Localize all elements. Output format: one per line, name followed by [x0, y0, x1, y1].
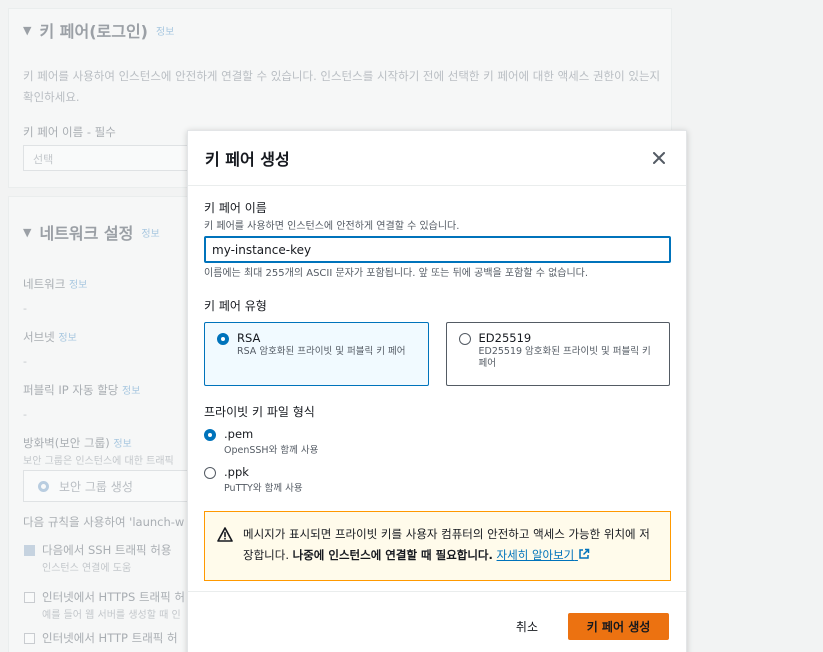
info-link[interactable]: 정보 — [69, 280, 87, 291]
https-checkbox[interactable] — [24, 592, 35, 603]
close-icon — [653, 152, 665, 164]
caret-down-icon: ▼ — [23, 225, 32, 239]
format-ppk-option[interactable]: .ppk PuTTY와 함께 사용 — [204, 465, 670, 494]
format-pem-option[interactable]: .pem OpenSSH와 함께 사용 — [204, 427, 670, 456]
key-name-label: 키 페어 이름 — [204, 201, 267, 215]
info-link[interactable]: 정보 — [122, 386, 140, 397]
key-type-tiles: RSA RSA 암호화된 프라이빗 및 퍼블릭 키 페어 ED25519 ED2… — [204, 322, 670, 386]
keypair-section-title[interactable]: ▼ 키 페어(로그인) 정보 — [23, 18, 174, 42]
firewall-label: 방화벽(보안 그룹) 정보 — [23, 436, 132, 450]
create-security-group-option[interactable]: 보안 그룹 생성 — [23, 470, 203, 502]
network-label: 네트워크 정보 — [23, 277, 88, 291]
ssh-label: 다음에서 SSH 트래픽 허용 — [42, 543, 172, 557]
key-name-description: 키 페어를 사용하면 인스턴스에 안전하게 연결할 수 있습니다. — [204, 221, 460, 232]
radio-unselected-icon — [204, 467, 216, 479]
radio-selected-icon — [217, 333, 229, 345]
create-key-pair-button[interactable]: 키 페어 생성 — [568, 613, 669, 640]
keypair-field-label: 키 페어 이름 - 필수 — [23, 125, 116, 139]
rules-text: 다음 규칙을 사용하여 'launch-w — [23, 515, 185, 529]
info-link[interactable]: 정보 — [113, 439, 131, 450]
warning-alert: 메시지가 표시되면 프라이빗 키를 사용자 컴퓨터의 안전하고 액세스 가능한 … — [204, 511, 671, 581]
key-type-label: 키 페어 유형 — [204, 299, 267, 313]
caret-down-icon: ▼ — [23, 23, 32, 37]
modal-title: 키 페어 생성 — [205, 150, 290, 169]
http-checkbox[interactable] — [24, 633, 35, 644]
create-key-pair-modal: 키 페어 생성 키 페어 이름 키 페어를 사용하면 인스턴스에 안전하게 연결… — [187, 130, 687, 652]
tile-title: ED25519 — [478, 331, 532, 345]
radio-selected-icon — [204, 429, 216, 441]
key-name-input[interactable] — [204, 236, 671, 263]
alert-message: 메시지가 표시되면 프라이빗 키를 사용자 컴퓨터의 안전하고 액세스 가능한 … — [243, 527, 650, 562]
modal-header: 키 페어 생성 — [188, 131, 686, 186]
network-section-title[interactable]: ▼ 네트워크 설정 정보 — [23, 220, 160, 244]
subnet-label: 서브넷 정보 — [23, 330, 77, 344]
format-description: PuTTY와 함께 사용 — [224, 483, 303, 494]
tile-title: RSA — [237, 331, 261, 345]
close-button[interactable] — [650, 149, 668, 167]
modal-footer: 취소 키 페어 생성 — [188, 591, 686, 652]
cancel-button[interactable]: 취소 — [508, 612, 546, 641]
radio-selected-icon — [38, 480, 49, 492]
learn-more-link[interactable]: 자세히 알아보기 — [497, 548, 590, 562]
http-label: 인터넷에서 HTTP 트래픽 허 — [42, 631, 178, 645]
https-description: 예를 들어 웹 서버를 생성할 때 인 — [42, 610, 181, 621]
key-type-rsa-tile[interactable]: RSA RSA 암호화된 프라이빗 및 퍼블릭 키 페어 — [204, 322, 429, 386]
ssh-checkbox[interactable] — [24, 545, 35, 556]
info-link[interactable]: 정보 — [156, 23, 174, 38]
modal-body: 키 페어 이름 키 페어를 사용하면 인스턴스에 안전하게 연결할 수 있습니다… — [188, 186, 686, 581]
keypair-description: 키 페어를 사용하여 인스턴스에 안전하게 연결할 수 있습니다. 인스턴스를 … — [23, 69, 661, 104]
ssh-description: 인스턴스 연결에 도움 — [42, 563, 132, 574]
info-link[interactable]: 정보 — [141, 225, 159, 240]
info-link[interactable]: 정보 — [58, 333, 76, 344]
subnet-value: - — [23, 355, 27, 368]
radio-unselected-icon — [458, 333, 471, 345]
keypair-select[interactable]: 선택 — [23, 145, 203, 171]
format-title: .ppk — [224, 465, 249, 479]
key-name-constraint: 이름에는 최대 255개의 ASCII 문자가 포함됩니다. 앞 또는 뒤에 공… — [204, 268, 589, 279]
format-description: OpenSSH와 함께 사용 — [224, 445, 319, 456]
public-ip-label: 퍼블릭 IP 자동 할당 정보 — [23, 383, 141, 397]
warning-icon — [217, 527, 233, 542]
network-value: - — [23, 302, 27, 315]
public-ip-value: - — [23, 408, 27, 421]
key-format-label: 프라이빗 키 파일 형식 — [204, 405, 315, 419]
format-title: .pem — [224, 427, 254, 441]
firewall-description: 보안 그룹은 인스턴스에 대한 트래픽 — [23, 456, 174, 467]
key-type-ed25519-tile[interactable]: ED25519 ED25519 암호화된 프라이빗 및 퍼블릭 키 페어 — [445, 322, 670, 386]
tile-description: RSA 암호화된 프라이빗 및 퍼블릭 키 페어 — [237, 346, 406, 357]
tile-description: ED25519 암호화된 프라이빗 및 퍼블릭 키 페어 — [478, 346, 651, 369]
external-link-icon — [579, 548, 590, 559]
https-label: 인터넷에서 HTTPS 트래픽 허 — [42, 590, 185, 604]
